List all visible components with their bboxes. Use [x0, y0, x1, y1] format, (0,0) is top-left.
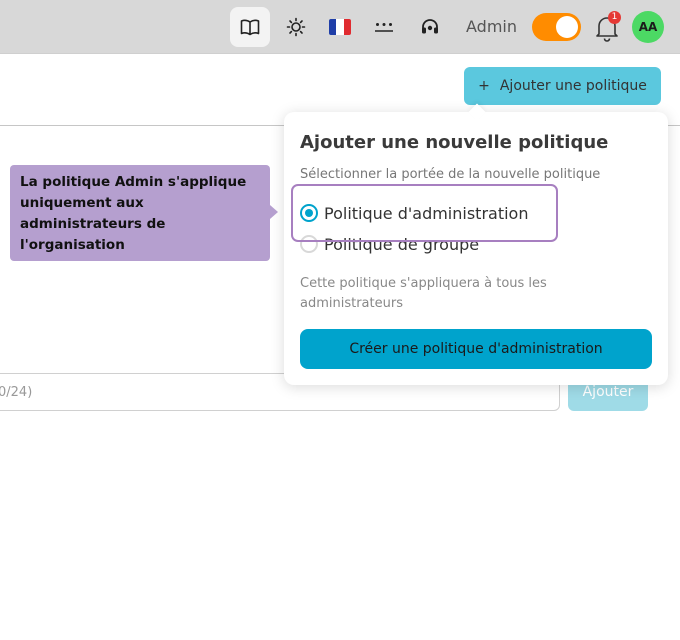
- support-headset-icon[interactable]: [410, 7, 450, 47]
- user-avatar[interactable]: AA: [632, 11, 664, 43]
- toggle-knob: [556, 16, 578, 38]
- notification-badge: 1: [608, 11, 621, 24]
- input-counter: 0/24): [0, 385, 33, 400]
- admin-mode-toggle[interactable]: [532, 13, 581, 41]
- flag: [329, 19, 351, 35]
- policy-description: Cette politique s'appliquera à tous les …: [300, 276, 547, 311]
- add-policy-label: Ajouter une politique: [499, 78, 647, 94]
- tour-tooltip: La politique Admin s'applique uniquement…: [10, 165, 278, 261]
- plus-icon: +: [478, 78, 490, 94]
- new-policy-popover: Ajouter une nouvelle politique Sélection…: [284, 112, 668, 385]
- top-bar: Admin 1 AA: [0, 0, 680, 54]
- sun-icon[interactable]: [276, 7, 316, 47]
- admin-mode-label: Admin: [466, 17, 517, 36]
- french-flag-icon[interactable]: [320, 7, 360, 47]
- book-open-icon[interactable]: [230, 7, 270, 47]
- popover-title: Ajouter une nouvelle politique: [300, 132, 609, 153]
- popover-subtitle: Sélectionner la portée de la nouvelle po…: [300, 167, 601, 182]
- create-admin-policy-button[interactable]: Créer une politique d'administration: [300, 329, 652, 369]
- add-policy-button[interactable]: + Ajouter une politique: [464, 67, 661, 105]
- tour-highlight: [291, 184, 558, 242]
- password-dots-icon[interactable]: [364, 7, 404, 47]
